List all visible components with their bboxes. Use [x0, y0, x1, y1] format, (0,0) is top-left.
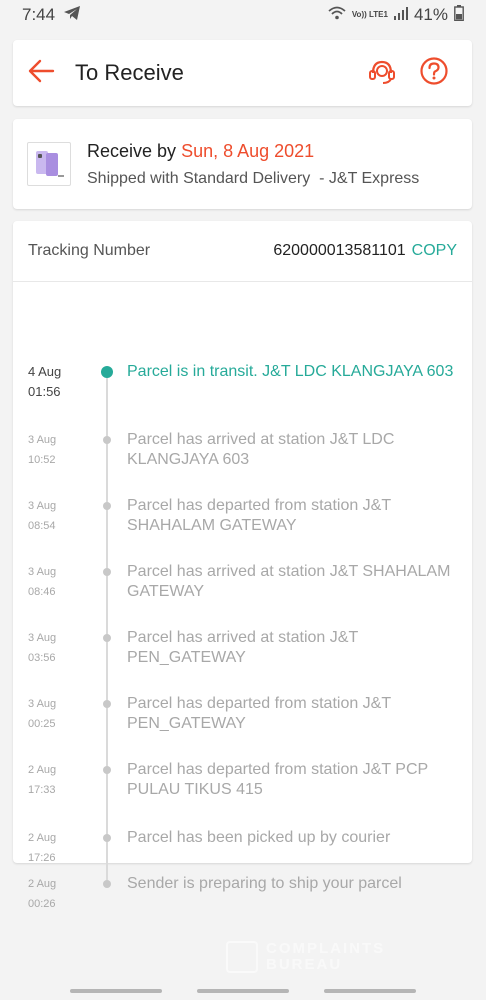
- event-description: Parcel has arrived at station J&T PEN_GA…: [127, 629, 358, 666]
- timeline-dot: [103, 766, 111, 774]
- nav-recents-button[interactable]: [70, 989, 162, 993]
- watermark-logo: COMPLAINTS BUREAU: [226, 935, 440, 979]
- event-description: Parcel has arrived at station J&T SHAHAL…: [127, 563, 451, 600]
- tracking-number-label: Tracking Number: [28, 242, 151, 259]
- event-date: 3 Aug: [28, 698, 57, 710]
- event-date: 3 Aug: [28, 434, 57, 446]
- event-description: Parcel has departed from station J&T PCP…: [127, 761, 428, 798]
- receive-by-label: Receive by: [87, 140, 177, 161]
- status-time: 7:44: [22, 5, 56, 24]
- event-time: 08:54: [28, 520, 56, 532]
- volte-indicator: Vo)) LTE1: [351, 10, 388, 19]
- tracking-number: 620000013581101: [273, 242, 406, 259]
- event-time: 01:56: [28, 384, 61, 399]
- system-nav-bar: [0, 985, 486, 1000]
- event-date: 3 Aug: [28, 566, 57, 578]
- tracking-header: Tracking Number 620000013581101 COPY: [13, 221, 472, 282]
- battery-icon: [454, 4, 464, 26]
- timeline-dot: [103, 700, 111, 708]
- back-button[interactable]: [13, 40, 69, 106]
- app-header: To Receive: [13, 40, 472, 106]
- event-date: 3 Aug: [28, 632, 57, 644]
- event-time: 17:33: [28, 784, 56, 796]
- event-description: Parcel has departed from station J&T SHA…: [127, 497, 391, 534]
- timeline-dot: [103, 502, 111, 510]
- battery-percent: 41%: [413, 5, 448, 24]
- shipping-info: Shipped with Standard Delivery - J&T Exp…: [87, 169, 420, 187]
- event-time: 17:26: [28, 852, 56, 864]
- help-button[interactable]: [418, 56, 450, 91]
- timeline-dot: [103, 834, 111, 842]
- event-description: Parcel is in transit. J&T LDC KLANGJAYA …: [127, 363, 454, 380]
- timeline-dot: [103, 568, 111, 576]
- timeline-dot: [103, 880, 111, 888]
- event-time: 00:26: [28, 898, 56, 910]
- timeline-line: [106, 372, 108, 882]
- receive-date: Sun, 8 Aug 2021: [181, 140, 315, 161]
- event-description: Parcel has arrived at station J&T LDC KL…: [127, 431, 395, 468]
- wifi-icon: [328, 5, 346, 25]
- telegram-icon: [63, 5, 81, 26]
- copy-button[interactable]: COPY: [412, 242, 457, 260]
- event-description: Sender is preparing to ship your parcel: [127, 875, 402, 892]
- event-date: 2 Aug: [28, 832, 57, 844]
- event-date: 3 Aug: [28, 500, 57, 512]
- tracking-card: Tracking Number 620000013581101 COPY 4 A…: [13, 221, 472, 910]
- event-time: 00:25: [28, 718, 56, 730]
- nav-home-button[interactable]: [197, 989, 289, 993]
- event-date: 4 Aug: [28, 364, 62, 379]
- event-time: 08:46: [28, 586, 56, 598]
- phone-image: [36, 151, 64, 177]
- delivery-card: Receive by Sun, 8 Aug 2021 Shipped with …: [13, 119, 472, 209]
- timeline-dot: [103, 634, 111, 642]
- status-bar: 7:44 Vo)) LTE1 41%: [0, 0, 486, 30]
- event-time: 10:52: [28, 454, 56, 466]
- event-date: 2 Aug: [28, 764, 57, 776]
- event-description: Parcel has departed from station J&T PEN…: [127, 695, 391, 732]
- headset-icon: [367, 56, 397, 91]
- event-description: Parcel has been picked up by courier: [127, 829, 391, 846]
- nav-back-button[interactable]: [324, 989, 416, 993]
- timeline-dot: [103, 436, 111, 444]
- product-thumbnail: [27, 142, 71, 186]
- page-title: To Receive: [75, 60, 184, 85]
- support-button[interactable]: [366, 57, 398, 89]
- signal-icon: [393, 5, 408, 25]
- question-circle-icon: [419, 56, 449, 91]
- event-time: 03:56: [28, 652, 56, 664]
- arrow-left-icon: [27, 59, 55, 88]
- event-date: 2 Aug: [28, 878, 57, 890]
- timeline-dot: [101, 366, 113, 378]
